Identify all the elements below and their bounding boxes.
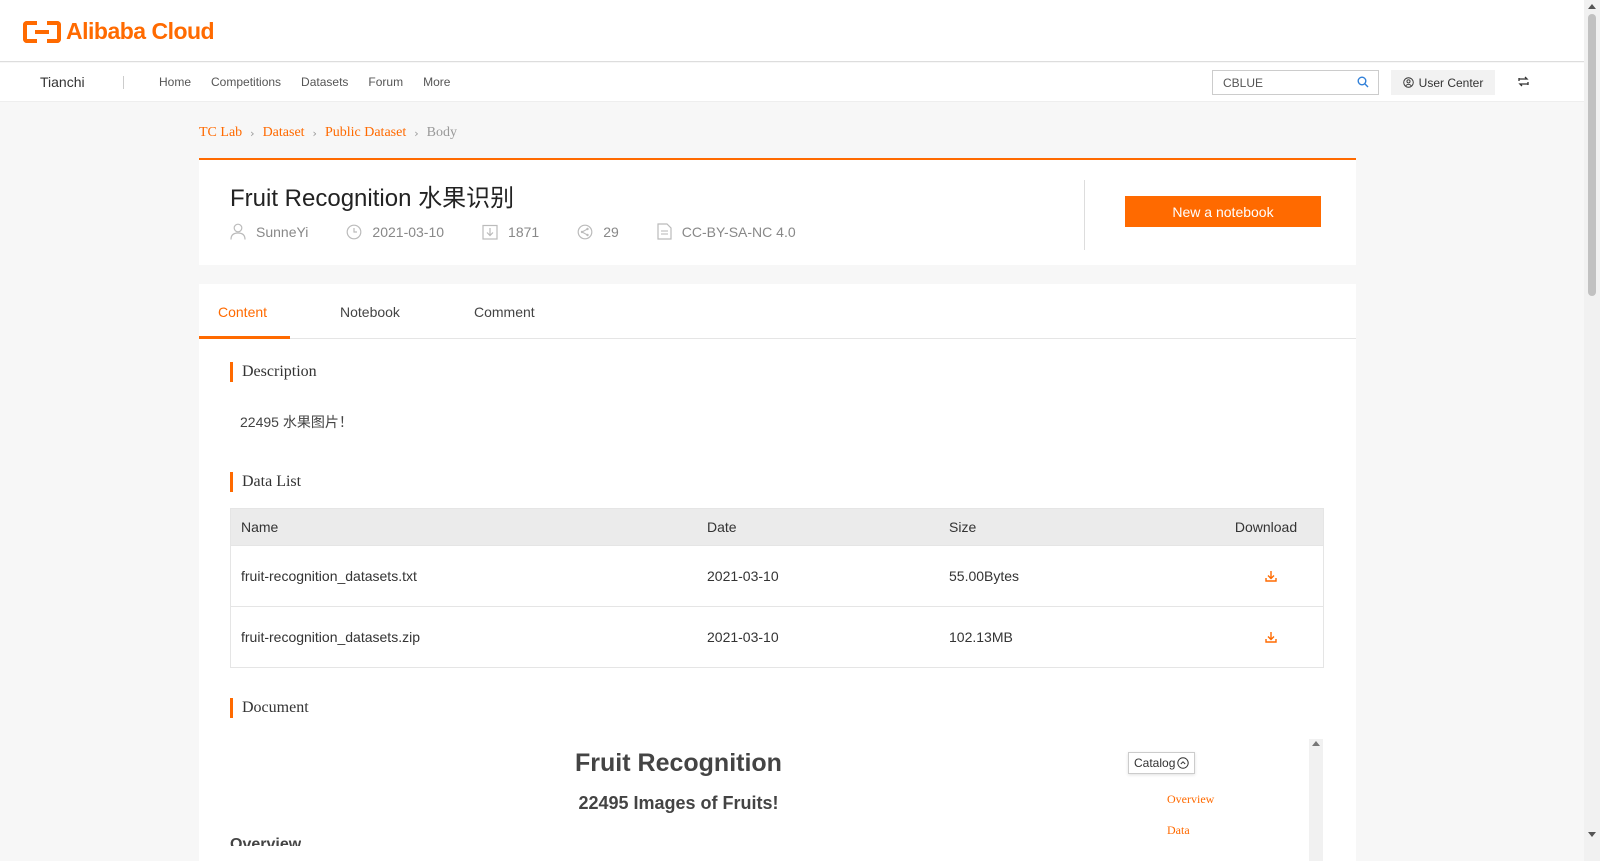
download-count: 1871 xyxy=(508,223,540,240)
catalog-label: Catalog xyxy=(1134,756,1176,770)
nav-link-competitions[interactable]: Competitions xyxy=(211,75,281,89)
file-name: fruit-recognition_datasets.txt xyxy=(241,568,417,584)
file-date: 2021-03-10 xyxy=(707,568,779,584)
logo-mark-icon xyxy=(23,19,61,45)
dataset-body-card: Content Notebook Comment Description 224… xyxy=(199,284,1356,861)
description-title: Description xyxy=(230,362,317,382)
document-scrollbar[interactable] xyxy=(1309,739,1323,861)
column-header-size: Size xyxy=(949,519,977,535)
chevron-right-icon: › xyxy=(312,126,317,140)
nav-link-more[interactable]: More xyxy=(423,75,450,89)
header-divider xyxy=(1084,180,1085,250)
tab-comment[interactable]: Comment xyxy=(474,304,535,320)
chevron-up-circle-icon xyxy=(1177,757,1190,769)
tab-content[interactable]: Content xyxy=(218,304,267,320)
catalog-toggle-button[interactable]: Catalog xyxy=(1128,752,1196,774)
document-section-heading: Overview xyxy=(230,836,302,846)
document-title: Document xyxy=(230,698,309,718)
dataset-meta: SunneYi 2021-03-10 1871 29 CC-BY-SA-NC 4… xyxy=(230,223,834,240)
nav-links: Home Competitions Datasets Forum More xyxy=(159,75,470,89)
document-viewer: Fruit Recognition 22495 Images of Fruits… xyxy=(230,739,1324,861)
nav-divider xyxy=(123,76,124,89)
share-count: 29 xyxy=(603,223,619,240)
user-center-button[interactable]: User Center xyxy=(1391,70,1495,95)
user-icon xyxy=(230,223,246,240)
catalog-item-overview[interactable]: Overview xyxy=(1167,792,1214,807)
active-tab-indicator xyxy=(199,336,290,339)
license: CC-BY-SA-NC 4.0 xyxy=(681,223,796,240)
table-header: Name Date Size Download xyxy=(231,509,1323,545)
chevron-right-icon: › xyxy=(414,126,419,140)
breadcrumb-public-dataset[interactable]: Public Dataset xyxy=(325,125,406,141)
tab-notebook[interactable]: Notebook xyxy=(340,304,400,320)
user-icon xyxy=(1402,77,1414,88)
breadcrumb-current: Body xyxy=(426,125,457,140)
language-switch-icon[interactable] xyxy=(1517,75,1530,88)
document-icon xyxy=(657,223,672,240)
search-box xyxy=(1212,70,1379,95)
document-heading: Fruit Recognition xyxy=(575,749,782,777)
download-count-icon xyxy=(482,224,498,240)
breadcrumb: TC Lab › Dataset › Public Dataset › Body xyxy=(199,125,457,141)
meta-date: 2021-03-10 xyxy=(346,224,444,240)
top-header: Alibaba Cloud xyxy=(0,0,1584,62)
column-header-name: Name xyxy=(241,519,279,535)
alibaba-cloud-logo[interactable]: Alibaba Cloud xyxy=(23,18,215,45)
scroll-down-arrow-icon[interactable] xyxy=(1588,832,1596,837)
page-title: Fruit Recognition 水果识别 xyxy=(230,185,515,212)
nav-link-datasets[interactable]: Datasets xyxy=(301,75,348,89)
tab-bar: Content Notebook Comment xyxy=(199,284,1356,339)
author-name[interactable]: SunneYi xyxy=(256,224,308,240)
new-notebook-button[interactable]: New a notebook xyxy=(1125,196,1321,227)
search-input[interactable] xyxy=(1213,71,1348,94)
breadcrumb-tc-lab[interactable]: TC Lab xyxy=(199,125,242,141)
data-list-table: Name Date Size Download fruit-recognitio… xyxy=(230,508,1324,668)
download-icon[interactable] xyxy=(1265,631,1277,643)
nav-bar: Tianchi Home Competitions Datasets Forum… xyxy=(0,63,1584,102)
file-name: fruit-recognition_datasets.zip xyxy=(241,629,420,645)
nav-brand[interactable]: Tianchi xyxy=(40,74,85,90)
meta-author: SunneYi xyxy=(230,223,308,240)
column-header-download: Download xyxy=(1234,519,1298,535)
clock-icon xyxy=(347,224,362,239)
page-scrollbar[interactable] xyxy=(1584,0,1600,861)
download-icon[interactable] xyxy=(1265,570,1277,582)
scrollbar-thumb[interactable] xyxy=(1588,14,1596,296)
scroll-up-arrow-icon[interactable] xyxy=(1312,741,1320,746)
file-date: 2021-03-10 xyxy=(707,629,779,645)
share-icon xyxy=(577,224,593,239)
search-icon[interactable] xyxy=(1357,76,1369,88)
meta-shares: 29 xyxy=(577,224,619,240)
user-center-label: User Center xyxy=(1418,75,1484,90)
dataset-header-card: Fruit Recognition 水果识别 SunneYi 2021-03-1… xyxy=(199,158,1356,265)
description-text: 22495 水果图片！ xyxy=(240,414,353,430)
meta-downloads: 1871 xyxy=(482,224,539,240)
breadcrumb-dataset[interactable]: Dataset xyxy=(263,125,305,141)
file-size: 55.00Bytes xyxy=(949,568,1020,584)
document-subheading: 22495 Images of Fruits! xyxy=(578,793,779,813)
logo-text: Alibaba Cloud xyxy=(66,18,215,44)
data-list-title: Data List xyxy=(230,472,301,492)
meta-license: CC-BY-SA-NC 4.0 xyxy=(657,223,796,240)
file-size: 102.13MB xyxy=(949,629,1013,645)
nav-link-home[interactable]: Home xyxy=(159,75,191,89)
table-row: fruit-recognition_datasets.zip 2021-03-1… xyxy=(231,606,1323,667)
column-header-date: Date xyxy=(707,519,737,535)
nav-link-forum[interactable]: Forum xyxy=(368,75,403,89)
catalog-item-data[interactable]: Data xyxy=(1167,823,1190,838)
chevron-right-icon: › xyxy=(250,126,255,140)
table-row: fruit-recognition_datasets.txt 2021-03-1… xyxy=(231,545,1323,606)
scroll-up-arrow-icon[interactable] xyxy=(1588,4,1596,9)
publish-date: 2021-03-10 xyxy=(372,223,445,240)
